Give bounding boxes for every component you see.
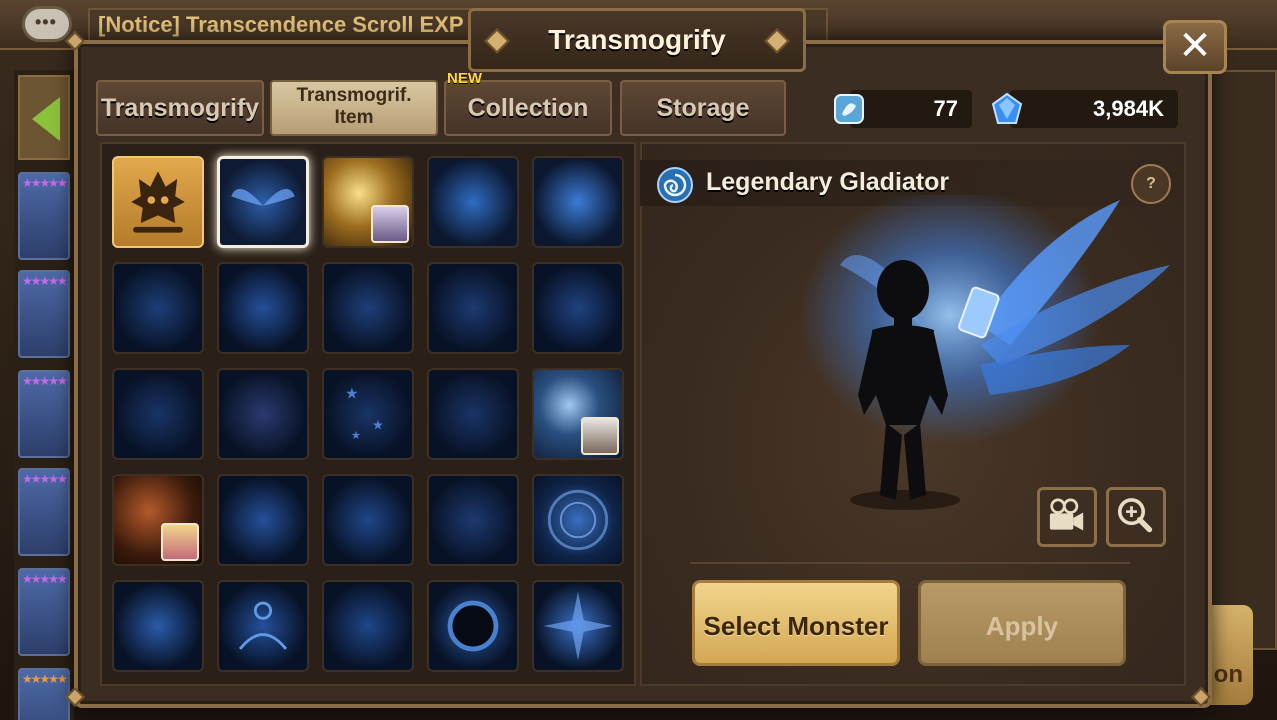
effect-item[interactable] bbox=[532, 368, 624, 460]
monster-portrait bbox=[161, 523, 199, 561]
svg-text:★: ★ bbox=[372, 418, 384, 433]
effect-item[interactable] bbox=[217, 368, 309, 460]
effect-grid: ★ ★ ★ bbox=[100, 142, 636, 686]
star-rating-icon: ★★★★★ bbox=[22, 572, 68, 586]
effect-name: Legendary Gladiator bbox=[706, 168, 950, 196]
burst-effect-icon bbox=[543, 591, 613, 661]
crystal-count: 3,984K bbox=[1010, 90, 1178, 128]
svg-text:★: ★ bbox=[345, 385, 359, 403]
tab-collection[interactable]: Collection bbox=[444, 80, 612, 136]
star-rating-icon: ★★★★★ bbox=[22, 274, 68, 288]
stars-effect-icon: ★ ★ ★ bbox=[345, 385, 384, 442]
tab-label-line1: Transmogrif. bbox=[296, 85, 412, 106]
video-camera-icon bbox=[1049, 498, 1084, 531]
effect-item[interactable] bbox=[427, 262, 519, 354]
vortex-effect-icon bbox=[547, 489, 609, 551]
monster-list-item[interactable]: ★★★★★ bbox=[18, 468, 70, 556]
tab-storage[interactable]: Storage bbox=[620, 80, 786, 136]
monster-portrait bbox=[371, 205, 409, 243]
zoom-in-icon bbox=[1118, 498, 1153, 533]
aura-figure-icon bbox=[238, 601, 288, 650]
effect-item[interactable] bbox=[532, 156, 624, 248]
effect-item[interactable] bbox=[427, 368, 519, 460]
monster-list-item[interactable]: ★★★★★ bbox=[18, 270, 70, 358]
effect-item[interactable] bbox=[322, 580, 414, 672]
dialog-title: Transmogrify bbox=[468, 8, 806, 72]
effect-item[interactable] bbox=[427, 474, 519, 566]
effect-item[interactable] bbox=[217, 580, 309, 672]
effect-item[interactable] bbox=[112, 156, 204, 248]
effect-item[interactable] bbox=[532, 580, 624, 672]
effect-item[interactable] bbox=[217, 474, 309, 566]
video-camera-button[interactable] bbox=[1037, 487, 1097, 547]
apply-button[interactable]: Apply bbox=[918, 580, 1126, 666]
monster-list-item[interactable]: ★★★★★ bbox=[18, 370, 70, 458]
star-rating-icon: ★★★★★ bbox=[22, 672, 68, 686]
effect-item[interactable] bbox=[322, 156, 414, 248]
swirl-icon bbox=[657, 167, 693, 203]
star-rating-icon: ★★★★★ bbox=[22, 472, 68, 486]
transmog-scroll-icon bbox=[834, 94, 864, 124]
dialog-title-text: Transmogrify bbox=[548, 24, 726, 55]
close-button[interactable]: ✕ bbox=[1163, 20, 1227, 74]
effect-item[interactable] bbox=[427, 580, 519, 672]
effect-item[interactable] bbox=[322, 262, 414, 354]
crystal-icon bbox=[991, 92, 1023, 124]
demon-mask-icon bbox=[131, 171, 185, 233]
effect-item[interactable] bbox=[427, 156, 519, 248]
effect-item[interactable]: ★ ★ ★ bbox=[322, 368, 414, 460]
monster-list-item[interactable]: ★★★★★ bbox=[18, 568, 70, 656]
star-rating-icon: ★★★★★ bbox=[22, 374, 68, 388]
effect-item[interactable] bbox=[532, 262, 624, 354]
ring-effect-icon bbox=[447, 600, 499, 652]
select-monster-button[interactable]: Select Monster bbox=[692, 580, 900, 666]
monster-portrait bbox=[581, 417, 619, 455]
effect-item[interactable] bbox=[322, 474, 414, 566]
new-badge: NEW bbox=[447, 70, 482, 87]
wings-effect-icon bbox=[231, 188, 295, 206]
tab-label-line2: Item bbox=[334, 107, 374, 128]
effect-item[interactable] bbox=[532, 474, 624, 566]
preview-divider bbox=[690, 562, 1130, 564]
chat-icon[interactable] bbox=[22, 6, 72, 42]
tab-transmogrify-item[interactable]: Transmogrif. Item bbox=[270, 80, 438, 136]
monster-preview-silhouette bbox=[800, 195, 1170, 510]
effect-item[interactable] bbox=[112, 368, 204, 460]
tab-transmogrify[interactable]: Transmogrify bbox=[96, 80, 264, 136]
star-rating-icon: ★★★★★ bbox=[22, 176, 68, 190]
back-arrow-icon[interactable] bbox=[18, 75, 70, 160]
scroll-count: 77 bbox=[850, 90, 972, 128]
effect-item[interactable] bbox=[112, 262, 204, 354]
effect-item[interactable] bbox=[112, 474, 204, 566]
effect-item[interactable] bbox=[112, 580, 204, 672]
svg-text:★: ★ bbox=[351, 428, 361, 442]
effect-item-selected[interactable] bbox=[217, 156, 309, 248]
monster-list-item[interactable]: ★★★★★ bbox=[18, 668, 70, 720]
zoom-button[interactable] bbox=[1106, 487, 1166, 547]
effect-item[interactable] bbox=[217, 262, 309, 354]
monster-list-item[interactable]: ★★★★★ bbox=[18, 172, 70, 260]
